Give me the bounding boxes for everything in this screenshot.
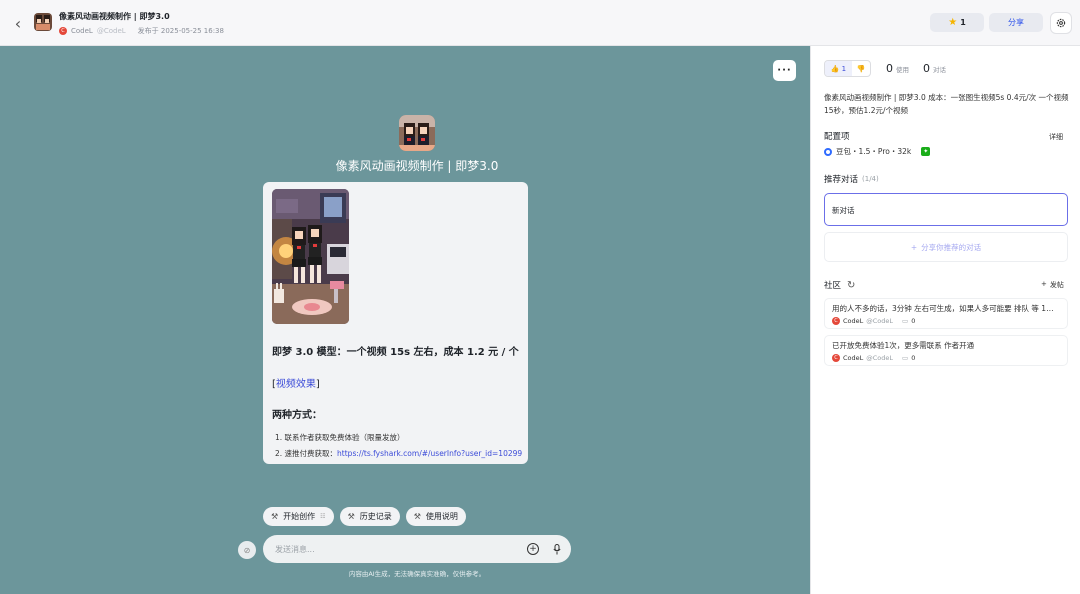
microphone-icon: [553, 543, 561, 554]
app-meta: C CodeL @CodeL 发布于 2025-05-25 16:38: [59, 26, 224, 36]
share-recommend-button[interactable]: + 分享你推荐的对话: [824, 232, 1068, 262]
conversation-stat: 0 对话: [923, 62, 946, 75]
top-bar: ‹ 像素风动画视频制作 | 即梦3.0 C CodeL @CodeL 发布于 2…: [0, 0, 1080, 46]
quick-actions: ⚒ 开始创作 ☷ ⚒ 历史记录 ⚒ 使用说明: [263, 507, 466, 526]
magic-wand-icon: ⚒: [347, 512, 355, 521]
comment-count: 0: [911, 317, 916, 325]
thumbs-up-icon: 👍: [830, 64, 840, 73]
history-chip[interactable]: ⚒ 历史记录: [339, 507, 400, 526]
comment-count: 0: [911, 354, 916, 362]
settings-button[interactable]: [1050, 12, 1072, 34]
model-icon: [824, 147, 832, 156]
community-header: 社区 ↻: [824, 279, 856, 292]
author-avatar: C: [832, 317, 840, 325]
star-icon: ★: [948, 17, 958, 28]
refresh-icon[interactable]: ↻: [847, 280, 855, 291]
chevron-left-icon: ‹: [14, 13, 22, 33]
author-handle: @CodeL: [96, 27, 126, 35]
gear-icon: [1056, 18, 1066, 28]
video-demo-link-text[interactable]: 视频效果: [276, 379, 316, 390]
video-demo-link[interactable]: [视频效果]: [272, 375, 320, 390]
community-post[interactable]: 用的人不多的话，3分钟 左右可生成，如果人多可能要 排队 等 1… C Code…: [824, 298, 1068, 329]
usage-guide-chip[interactable]: ⚒ 使用说明: [405, 507, 466, 526]
new-post-button[interactable]: + 发帖: [1041, 280, 1064, 290]
clear-context-button[interactable]: ⊘: [238, 541, 256, 559]
model-info: 豆包・1.5・Pro・32k ✦: [824, 146, 931, 157]
methods-title: 两种方式：: [272, 410, 322, 421]
thumbs-down-icon: 👎: [856, 64, 866, 73]
detail-link[interactable]: 详细: [1049, 132, 1063, 142]
plus-icon: +: [1041, 280, 1047, 288]
chat-area: ··· 像素风动画视频制作 | 即梦3.0 即梦 3.0 模型：一个视频 15s…: [0, 46, 810, 594]
bot-avatar: [399, 115, 435, 151]
magic-wand-icon: ⚒: [413, 512, 421, 521]
wechat-icon: ✦: [921, 147, 931, 156]
community-post[interactable]: 已开放免费体验1次，更多需联系 作者开通 C CodeL @CodeL ▭ 0: [824, 335, 1068, 366]
back-button[interactable]: ‹: [10, 13, 26, 33]
app-avatar: [34, 13, 52, 31]
message-input[interactable]: [275, 541, 515, 557]
message-input-box: +: [263, 535, 571, 563]
method-item-1: 1. 联系作者获取免费体验（限量发放）: [275, 433, 405, 442]
star-count: 1: [960, 18, 966, 27]
attach-button[interactable]: +: [527, 543, 539, 555]
comment-icon: ▭: [902, 317, 909, 325]
more-options-button[interactable]: ···: [773, 60, 796, 81]
share-button[interactable]: 分享: [989, 13, 1043, 32]
recommended-chat-item[interactable]: 新对话: [824, 193, 1068, 226]
author-avatar: C: [832, 354, 840, 362]
start-create-chip[interactable]: ⚒ 开始创作 ☷: [263, 507, 334, 526]
app-title: 像素风动画视频制作 | 即梦3.0: [59, 12, 170, 21]
template-icon: ☷: [320, 513, 326, 520]
publish-time: 发布于 2025-05-25 16:38: [137, 27, 224, 35]
dislike-button[interactable]: 👎: [852, 61, 870, 76]
config-title: 配置项: [824, 132, 850, 142]
card-heading: 即梦 3.0 模型：一个视频 15s 左右，成本 1.2 元 / 个: [272, 347, 519, 358]
plus-icon: +: [529, 543, 537, 554]
usage-stat: 0 使用: [886, 62, 909, 75]
info-panel: 👍 1 👎 0 使用 0 对话 像素风动画视频制作 | 即梦3.0 成本：一张图生视…: [810, 46, 1080, 594]
preview-image[interactable]: [272, 189, 349, 324]
purchase-link[interactable]: https://ts.fyshark.com/#/userInfo?user_i…: [337, 449, 522, 458]
voice-button[interactable]: [551, 542, 563, 556]
magic-wand-icon: ⚒: [271, 512, 279, 521]
methods-list: 1. 联系作者获取免费体验（限量发放） 2. 速推付费获取：https://ts…: [275, 430, 522, 462]
like-count: 1: [841, 64, 847, 73]
plus-icon: +: [910, 242, 918, 252]
method-item-2: 2. 速推付费获取：https://ts.fyshark.com/#/userI…: [275, 449, 523, 458]
model-name: 豆包・1.5・Pro・32k: [836, 147, 912, 156]
reaction-group: 👍 1 👎: [824, 60, 871, 77]
author-name[interactable]: CodeL: [71, 27, 93, 35]
broom-icon: ⊘: [243, 545, 251, 555]
bot-description: 像素风动画视频制作 | 即梦3.0 成本：一张图生视频5s 0.4元/次 一个视…: [824, 93, 1069, 115]
author-avatar: C: [59, 27, 67, 35]
bot-name: 像素风动画视频制作 | 即梦3.0: [335, 159, 499, 173]
welcome-message-card: 即梦 3.0 模型：一个视频 15s 左右，成本 1.2 元 / 个 [视频效果…: [263, 182, 528, 464]
star-button[interactable]: ★ 1: [930, 13, 984, 32]
recommend-title: 推荐对话 (1/4): [824, 175, 879, 185]
like-button[interactable]: 👍 1: [825, 61, 852, 76]
ai-disclaimer: 内容由AI生成，无法确保真实准确，仅供参考。: [348, 570, 486, 578]
more-icon: ···: [777, 65, 792, 76]
comment-icon: ▭: [902, 354, 909, 362]
